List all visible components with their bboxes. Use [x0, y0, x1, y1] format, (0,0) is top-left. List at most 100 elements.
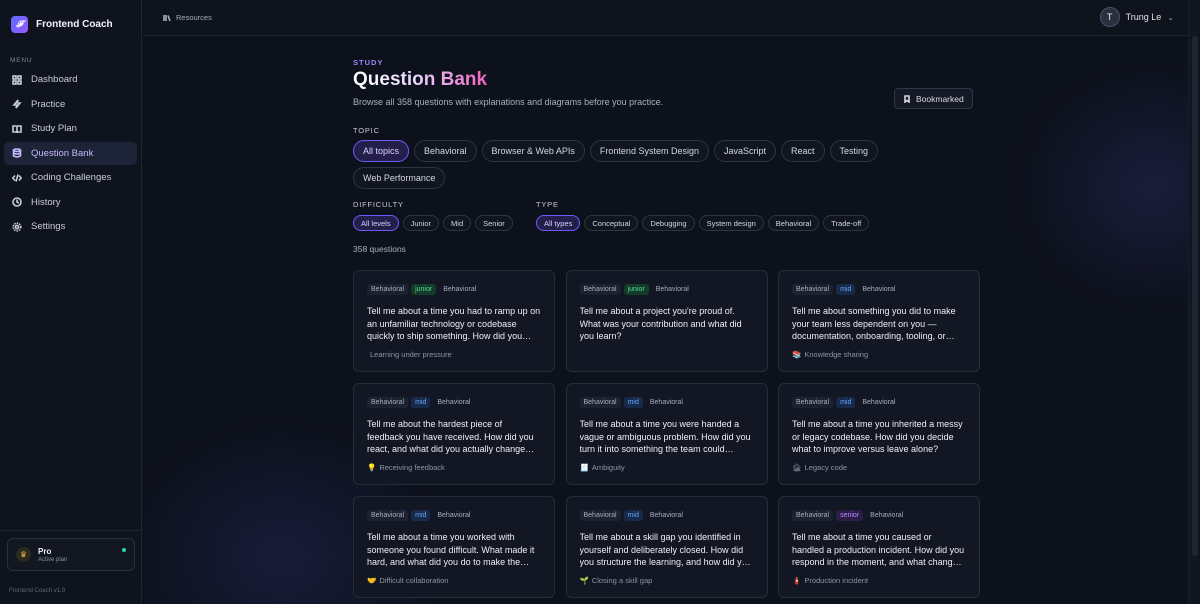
main-content: STUDY Question Bank Browse all 358 quest… — [143, 37, 1188, 604]
question-text: Tell me about something you did to make … — [792, 306, 956, 341]
type-chip-system-design[interactable]: System design — [698, 215, 764, 231]
sidebar-item-history[interactable]: History — [4, 191, 137, 214]
difficulty-filter: All levels Junior Mid Senior — [353, 215, 513, 231]
topic-tag: Behavioral — [367, 397, 409, 408]
sidebar-item-study-plan[interactable]: Study Plan — [4, 117, 137, 140]
topic-chip-javascript[interactable]: JavaScript — [713, 140, 776, 162]
subtopic-icon: 💡 — [367, 463, 377, 472]
question-text: Tell me about a time you caused or handl… — [792, 532, 965, 567]
topic-chip-web-performance[interactable]: Web Performance — [353, 167, 446, 189]
library-icon — [163, 14, 171, 21]
question-card[interactable]: Behavioral junior Behavioral Tell me abo… — [353, 270, 555, 372]
user-menu[interactable]: T Trung Le ⌄ — [1099, 7, 1174, 27]
topic-tag: Behavioral — [792, 397, 834, 408]
scrollbar[interactable] — [1188, 0, 1200, 604]
topic-tag: Behavioral — [579, 397, 621, 408]
question-card[interactable]: Behavioral mid Behavioral Tell me about … — [778, 270, 980, 372]
topic-chip-react[interactable]: React — [781, 140, 825, 162]
type-chip-debugging[interactable]: Debugging — [642, 215, 695, 231]
topic-chip-all[interactable]: All topics — [353, 140, 410, 162]
topic-tag: Behavioral — [367, 284, 409, 295]
subtopic-icon: 📚 — [792, 350, 802, 359]
type-tag: Behavioral — [443, 286, 477, 293]
gear-icon — [12, 221, 22, 232]
type-tag: Behavioral — [870, 512, 904, 519]
topic-chip-frontend-system-design[interactable]: Frontend System Design — [589, 140, 709, 162]
topic-tag: Behavioral — [792, 510, 834, 521]
question-grid: Behavioral junior Behavioral Tell me abo… — [353, 270, 980, 598]
subtopic-icon: 🧾 — [579, 463, 589, 472]
app-version: Frontend Coach v1.0 — [9, 588, 66, 594]
level-badge: mid — [411, 397, 431, 408]
page-eyebrow: STUDY — [353, 58, 384, 67]
topic-tag: Behavioral — [579, 510, 621, 521]
question-card[interactable]: Behavioral senior Behavioral Tell me abo… — [778, 496, 980, 598]
bookmarked-button[interactable]: Bookmarked — [894, 88, 973, 109]
topbar: Resources T Trung Le ⌄ — [143, 0, 1188, 36]
sidebar-item-label: Practice — [31, 98, 66, 110]
level-badge: mid — [623, 397, 643, 408]
app-name: Frontend Coach — [36, 19, 113, 30]
type-filter: All types Conceptual Debugging System de… — [536, 215, 870, 231]
difficulty-chip-junior[interactable]: Junior — [402, 215, 440, 231]
level-badge: mid — [836, 284, 856, 295]
question-text: Tell me about a skill gap you identified… — [579, 532, 752, 567]
type-tag: Behavioral — [649, 512, 683, 519]
bookmarked-label: Bookmarked — [916, 93, 964, 104]
type-chip-trade-off[interactable]: Trade-off — [823, 215, 870, 231]
topic-chip-browser-web-apis[interactable]: Browser & Web APIs — [481, 140, 585, 162]
subtopic-label: Learning under pressure — [370, 350, 452, 359]
difficulty-chip-mid[interactable]: Mid — [443, 215, 472, 231]
sidebar-item-practice[interactable]: Practice — [4, 93, 137, 116]
subtopic-icon: 🤝 — [367, 576, 377, 585]
topic-tag: Behavioral — [792, 284, 834, 295]
type-chip-all[interactable]: All types — [536, 215, 581, 231]
question-card[interactable]: Behavioral mid Behavioral Tell me about … — [353, 383, 555, 485]
subtopic-icon: 🏚 — [792, 463, 802, 472]
level-badge: senior — [836, 510, 864, 521]
topic-filter: All topics Behavioral Browser & Web APIs… — [353, 140, 913, 189]
question-card[interactable]: Behavioral mid Behavioral Tell me about … — [353, 496, 555, 598]
sidebar-item-dashboard[interactable]: Dashboard — [4, 68, 137, 91]
subtopic-icon: 🧯 — [792, 576, 802, 585]
subtopic-label: 🤝 Difficult collaboration — [367, 576, 449, 585]
question-card[interactable]: Behavioral junior Behavioral Tell me abo… — [565, 270, 768, 372]
topic-chip-behavioral[interactable]: Behavioral — [414, 140, 477, 162]
plan-card[interactable]: ♛ Pro Active plan — [7, 538, 135, 571]
difficulty-chip-senior[interactable]: Senior — [475, 215, 513, 231]
sidebar-item-settings[interactable]: Settings — [4, 215, 137, 238]
level-badge: junior — [623, 284, 649, 295]
sidebar-item-question-bank[interactable]: Question Bank — [4, 141, 137, 165]
type-chip-behavioral[interactable]: Behavioral — [767, 215, 820, 231]
sidebar-item-coding-challenges[interactable]: Coding Challenges — [4, 166, 137, 189]
avatar: T — [1099, 7, 1120, 27]
breadcrumb[interactable]: Resources — [163, 13, 212, 22]
subtopic-label: 💡 Receiving feedback — [367, 463, 445, 472]
type-tag: Behavioral — [655, 286, 689, 293]
scrollbar-thumb[interactable] — [1192, 36, 1198, 556]
brand[interactable]: 𝓕 Frontend Coach — [0, 0, 141, 36]
difficulty-chip-all[interactable]: All levels — [353, 215, 399, 231]
grid-icon — [12, 74, 22, 85]
question-card[interactable]: Behavioral mid Behavioral Tell me about … — [778, 383, 980, 485]
level-badge: mid — [411, 510, 431, 521]
subtopic-label: 🧯 Production incident — [792, 576, 869, 585]
type-chip-conceptual[interactable]: Conceptual — [584, 215, 639, 231]
page-title: Question Bank — [353, 69, 488, 90]
bookmark-icon — [904, 94, 910, 103]
level-badge: junior — [411, 284, 437, 295]
page-subtitle: Browse all 358 questions with explanatio… — [353, 97, 664, 107]
sidebar-item-label: Coding Challenges — [31, 172, 112, 183]
sidebar-item-label: Study Plan — [31, 123, 77, 134]
question-card[interactable]: Behavioral mid Behavioral Tell me about … — [565, 383, 768, 485]
book-icon — [12, 124, 22, 134]
crown-icon: ♛ — [16, 547, 31, 562]
question-count: 358 questions — [353, 244, 406, 254]
plan-subtitle: Active plan — [38, 556, 68, 563]
type-tag: Behavioral — [437, 512, 471, 519]
topic-chip-testing[interactable]: Testing — [829, 140, 879, 162]
question-card[interactable]: Behavioral mid Behavioral Tell me about … — [565, 496, 768, 598]
type-tag: Behavioral — [862, 399, 896, 406]
type-label: TYPE — [536, 200, 559, 209]
subtopic-label: 🧾 Ambiguity — [579, 463, 625, 472]
